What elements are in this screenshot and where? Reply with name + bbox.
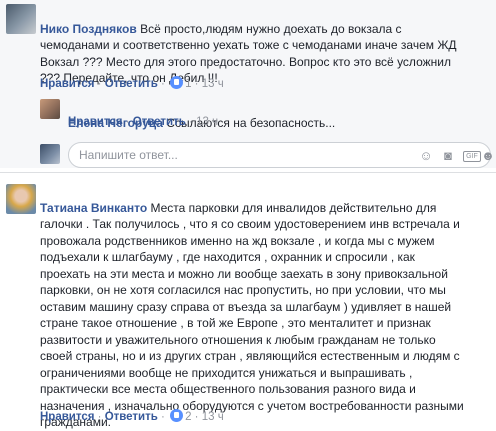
timestamp[interactable]: 13 ч — [196, 116, 218, 128]
reply-button[interactable]: Ответить — [133, 116, 186, 128]
like-icon — [170, 76, 184, 89]
reply-actions: Нравится · Ответить · 13 ч — [68, 116, 219, 128]
timestamp[interactable]: 13 ч — [202, 411, 224, 423]
gif-icon[interactable]: GIF — [463, 151, 481, 162]
comment-actions: Нравится · Ответить · 2 · 13 ч — [40, 409, 224, 423]
divider — [0, 172, 496, 173]
timestamp[interactable]: 13 ч — [202, 78, 224, 90]
sticker-icon[interactable]: ☻ — [481, 149, 495, 163]
reply-input[interactable]: Напишите ответ... ☺ ◙ GIF ☻ — [68, 142, 495, 168]
avatar[interactable] — [6, 184, 36, 214]
like-count[interactable]: 2 — [185, 411, 191, 423]
like-count[interactable]: 1 — [185, 78, 191, 90]
comment-actions: Нравится · Ответить · 1 · 13 ч — [40, 76, 224, 90]
smile-icon[interactable]: ☺ — [419, 149, 433, 163]
comment-text: Татиана Винканто Места парковки для инва… — [40, 183, 492, 431]
camera-icon[interactable]: ◙ — [441, 149, 455, 163]
reply-placeholder: Напишите ответ... — [79, 148, 178, 162]
comment-body: Места парковки для инвалидов действитель… — [40, 200, 464, 430]
avatar[interactable] — [6, 4, 36, 34]
comment-author[interactable]: Татиана Винканто — [40, 201, 147, 215]
like-button[interactable]: Нравится — [68, 116, 122, 128]
avatar — [40, 144, 60, 164]
like-button[interactable]: Нравится — [40, 78, 94, 90]
comment-author[interactable]: Нико Поздняков — [40, 22, 137, 36]
comment-text: Нико Поздняков Всё просто,людям нужно до… — [40, 4, 492, 87]
reply-button[interactable]: Ответить — [105, 78, 158, 90]
like-button[interactable]: Нравится — [40, 411, 94, 423]
avatar[interactable] — [40, 99, 60, 119]
like-icon — [170, 409, 184, 422]
reply-button[interactable]: Ответить — [105, 411, 158, 423]
